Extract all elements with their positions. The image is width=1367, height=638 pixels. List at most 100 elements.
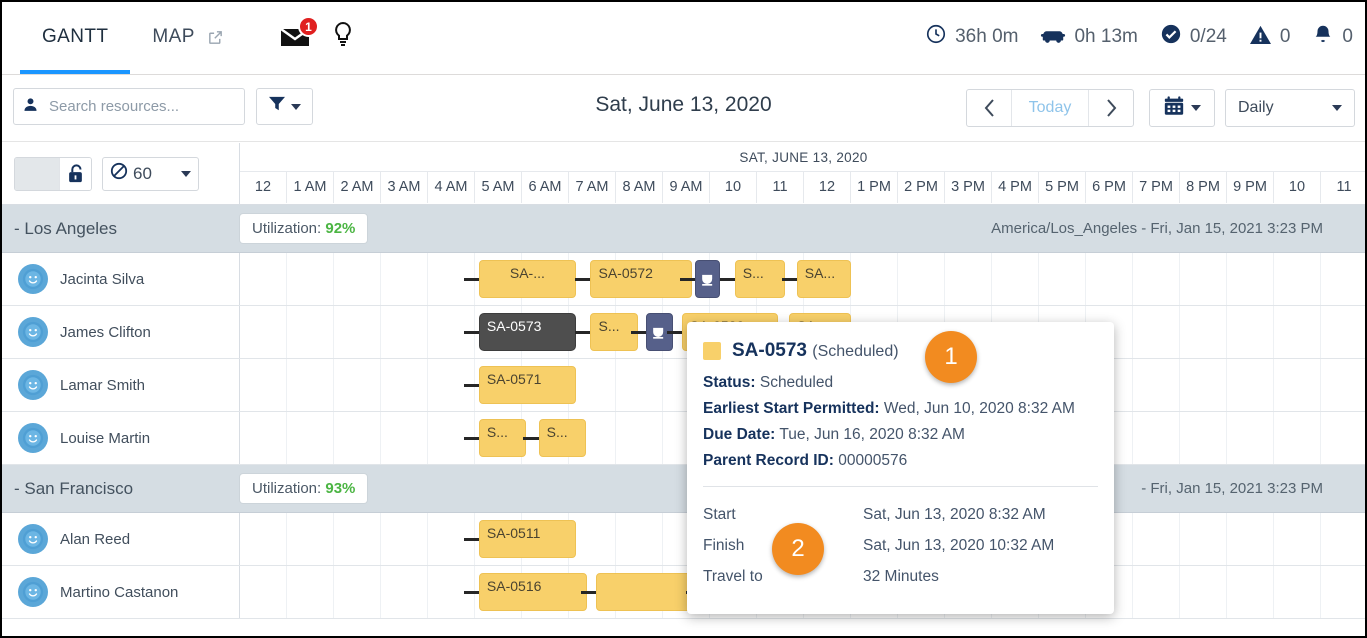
travel-connector (463, 591, 479, 594)
clock-icon (925, 23, 947, 51)
resource-name-cell[interactable]: Alan Reed (0, 513, 240, 565)
travel-connector (523, 437, 539, 440)
gridline-cell (286, 412, 333, 464)
utilization-badge: Utilization: 93% (240, 474, 368, 503)
travel-connector (680, 278, 696, 281)
travel-connector (580, 591, 597, 594)
appointment-bar[interactable]: SA... (796, 260, 851, 298)
popup-schedule-row: Travel to 32 Minutes (703, 561, 1098, 592)
gridline-cell (1226, 412, 1273, 464)
popup-title-id: SA-0573 (732, 340, 807, 361)
appointment-bar-label: SA-0572 (598, 265, 653, 281)
travel-connector (463, 384, 479, 387)
appointment-bar[interactable]: SA-0516 (478, 573, 588, 611)
avatar (18, 577, 48, 607)
appointment-bar[interactable]: SA-0573 (478, 313, 576, 351)
tab-gantt-label: GANTT (42, 26, 109, 47)
calendar-icon (1163, 95, 1185, 122)
resource-name-label: Martino Castanon (60, 583, 179, 601)
gridline-cell (240, 306, 286, 358)
date-navigation-group: Today (966, 89, 1134, 127)
popup-field-row: Parent Record ID: 00000576 (703, 448, 1098, 474)
stat-scheduled-hours: 36h 0m (925, 23, 1018, 51)
location-group-name[interactable]: - San Francisco (0, 479, 240, 499)
tab-gantt[interactable]: GANTT (20, 0, 131, 74)
annotation-marker-1-label: 1 (944, 343, 958, 370)
location-group-name[interactable]: - Los Angeles (0, 219, 240, 239)
avatar (18, 317, 48, 347)
gridline-cell (615, 359, 662, 411)
resource-timeline-lane[interactable]: SA-... SA-0572 S... SA... (240, 253, 1367, 305)
resource-name-cell[interactable]: Lamar Smith (0, 359, 240, 411)
appointment-bar[interactable] (596, 573, 700, 611)
previous-day-button[interactable] (967, 90, 1011, 126)
avatar (18, 524, 48, 554)
timescale-select[interactable]: Daily (1225, 89, 1355, 127)
stat-travel-time-value: 0h 13m (1074, 26, 1138, 47)
popup-schedule-row: Finish Sat, Jun 13, 2020 10:32 AM (703, 530, 1098, 561)
popup-field-key: Earliest Start Permitted: (703, 400, 880, 417)
gantt-body: - Los Angeles Utilization: 92% America/Los… (0, 205, 1367, 634)
gridline-cell (240, 513, 286, 565)
resource-name-cell[interactable]: Martino Castanon (0, 566, 240, 618)
gridline-cell (1179, 359, 1226, 411)
appointment-bar-label: SA-0511 (486, 525, 541, 541)
gridline-cell (333, 359, 380, 411)
location-group-row[interactable]: - Los Angeles Utilization: 92% America/Los… (0, 205, 1367, 253)
appointment-bar[interactable]: S... (478, 419, 527, 457)
tab-map[interactable]: MAP (130, 0, 216, 74)
utilization-value: 92% (325, 220, 356, 237)
gridline-cell (1085, 253, 1132, 305)
popup-field-key: Due Date: (703, 426, 776, 443)
timeline-hour-cell: 3 AM (380, 172, 427, 203)
gridline-cell (1273, 566, 1320, 618)
avatar (18, 264, 48, 294)
popup-field-value: 00000576 (833, 452, 908, 469)
location-timezone-label: - Fri, Jan 15, 2021 3:23 PM (1141, 480, 1323, 497)
gridline-cell (240, 412, 286, 464)
annotation-marker-2-label: 2 (791, 535, 805, 562)
appointment-bar[interactable]: SA-... (478, 260, 576, 298)
timeline-hour-cell: 1 AM (286, 172, 333, 203)
unlock-icon[interactable] (59, 157, 91, 190)
gridline-cell (240, 253, 286, 305)
gridline-cell (333, 513, 380, 565)
gridline-cell (286, 253, 333, 305)
stat-notification-count: 0 (1312, 23, 1353, 51)
lightbulb-icon[interactable] (332, 21, 354, 54)
gridline-cell (1132, 359, 1179, 411)
interval-select[interactable]: 60 (102, 156, 199, 191)
utilization-label: Utilization: (252, 480, 326, 497)
avatar (18, 370, 48, 400)
appointment-bar[interactable]: S... (538, 419, 586, 457)
no-entry-icon (110, 162, 128, 185)
location-group-row[interactable]: - San Francisco Utilization: 93% - Fri, Ja… (0, 465, 1367, 513)
resource-row: Alan Reed SA-0511 (0, 513, 1367, 566)
next-day-button[interactable] (1089, 90, 1133, 126)
chevron-down-icon (181, 170, 191, 177)
travel-connector (630, 331, 646, 334)
calendar-picker-button[interactable] (1149, 89, 1215, 127)
resource-name-cell[interactable]: James Clifton (0, 306, 240, 358)
timeline-hour-cell: 2 PM (897, 172, 944, 203)
break-block[interactable] (695, 260, 721, 298)
mail-icon[interactable]: 1 (280, 16, 319, 52)
appointment-bar[interactable]: SA-0511 (478, 520, 576, 558)
gridline-cell (1226, 566, 1273, 618)
lock-toggle[interactable] (14, 156, 92, 191)
gridline-cell (333, 306, 380, 358)
popup-field-value: Wed, Jun 10, 2020 8:32 AM (879, 400, 1075, 417)
timeline-hour-cell: 1 PM (850, 172, 897, 203)
timeline-hour-cell: 9 AM (662, 172, 709, 203)
gridline-cell (1226, 359, 1273, 411)
resource-row: Lamar Smith SA-0571 (0, 359, 1367, 412)
resource-name-cell[interactable]: Jacinta Silva (0, 253, 240, 305)
appointment-bar[interactable]: SA-0572 (590, 260, 692, 298)
resource-name-cell[interactable]: Louise Martin (0, 412, 240, 464)
today-button[interactable]: Today (1011, 90, 1089, 126)
gridline-cell (1038, 253, 1085, 305)
popup-schedule-rows: Start Sat, Jun 13, 2020 8:32 AM Finish Sat,… (687, 487, 1114, 592)
interval-value: 60 (133, 163, 152, 183)
appointment-bar[interactable]: SA-0571 (478, 366, 576, 404)
appointment-bar[interactable]: S... (734, 260, 786, 298)
